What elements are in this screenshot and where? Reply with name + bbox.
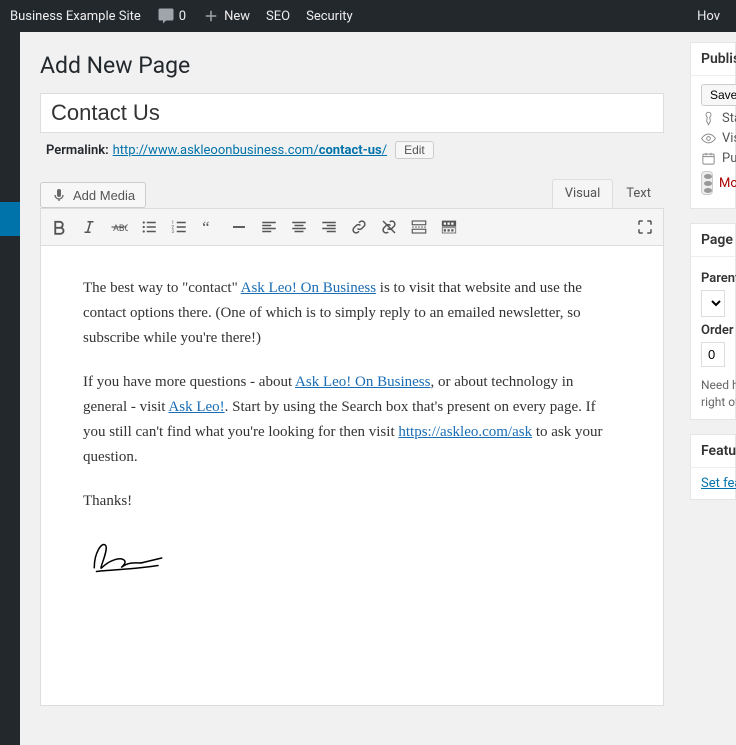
add-media-label: Add Media xyxy=(73,188,135,203)
quote-button[interactable]: “ xyxy=(195,213,223,241)
hr-button[interactable] xyxy=(225,213,253,241)
svg-text:3: 3 xyxy=(172,229,175,235)
set-featured-link[interactable]: Set fea xyxy=(701,476,736,491)
admin-bar-site[interactable]: Business Example Site xyxy=(2,0,149,32)
admin-bar-help[interactable]: Hov xyxy=(689,0,728,32)
sidebar-active-indicator xyxy=(0,202,20,236)
admin-bar-new[interactable]: New xyxy=(194,0,258,32)
bold-icon xyxy=(50,218,68,236)
page-attributes-box: Page A Parent (no p Order Need h right o… xyxy=(690,223,736,420)
help-text-1: Need h xyxy=(701,377,725,394)
svg-text:ABC: ABC xyxy=(113,224,128,234)
toolbar-toggle-icon xyxy=(440,218,458,236)
admin-bar: Business Example Site 0 New SEO Security… xyxy=(0,0,736,32)
editor-content[interactable]: The best way to "contact" Ask Leo! On Bu… xyxy=(40,246,664,706)
content-paragraph-3: Thanks! xyxy=(83,489,621,514)
permalink-link[interactable]: http://www.askleoonbusiness.com/contact-… xyxy=(113,143,387,158)
link-button[interactable] xyxy=(345,213,373,241)
align-center-icon xyxy=(290,218,308,236)
status-row[interactable]: Sta xyxy=(701,111,725,126)
quote-icon: “ xyxy=(200,218,218,236)
readmore-button[interactable] xyxy=(405,213,433,241)
ul-button[interactable] xyxy=(135,213,163,241)
comment-count: 0 xyxy=(179,9,186,24)
content-paragraph-1: The best way to "contact" Ask Leo! On Bu… xyxy=(83,276,621,350)
help-text-2: right of xyxy=(701,394,725,411)
publish-date-row[interactable]: Pu xyxy=(701,151,725,166)
page-title-input[interactable] xyxy=(40,93,664,133)
admin-bar-seo[interactable]: SEO xyxy=(258,0,298,32)
bold-button[interactable] xyxy=(45,213,73,241)
seo-row[interactable]: Mo xyxy=(701,171,725,195)
content-link-alb1[interactable]: Ask Leo! On Business xyxy=(241,280,376,296)
fullscreen-icon xyxy=(636,218,654,236)
tab-text[interactable]: Text xyxy=(613,179,664,208)
content-link-askleo[interactable]: Ask Leo! xyxy=(168,399,224,415)
editor-tabs: Visual Text xyxy=(552,179,664,208)
italic-button[interactable] xyxy=(75,213,103,241)
pin-icon xyxy=(701,111,716,126)
eye-icon xyxy=(701,131,716,146)
new-label: New xyxy=(224,9,250,24)
main-column: Add New Page Permalink: http://www.askle… xyxy=(20,32,684,745)
hr-icon xyxy=(230,218,248,236)
unlink-button[interactable] xyxy=(375,213,403,241)
parent-label: Parent xyxy=(701,271,725,286)
publish-box: Publish Save D Sta Vis Pu Mo xyxy=(690,42,736,209)
permalink-label: Permalink: xyxy=(46,143,109,158)
order-input[interactable] xyxy=(701,342,725,367)
content-paragraph-2: If you have more questions - about Ask L… xyxy=(83,370,621,469)
visibility-row[interactable]: Vis xyxy=(701,131,725,146)
fullscreen-button[interactable] xyxy=(631,213,659,241)
content-link-askurl[interactable]: https://askleo.com/ask xyxy=(398,424,532,440)
calendar-icon xyxy=(701,151,716,166)
left-sidebar xyxy=(0,32,20,745)
align-left-icon xyxy=(260,218,278,236)
page-attributes-title: Page A xyxy=(691,224,735,257)
add-media-button[interactable]: Add Media xyxy=(40,182,146,208)
editor-toolbar: ABC 123 “ xyxy=(40,208,664,246)
align-right-button[interactable] xyxy=(315,213,343,241)
tab-visual[interactable]: Visual xyxy=(552,179,614,208)
save-draft-button[interactable]: Save D xyxy=(701,84,736,106)
media-icon xyxy=(51,187,67,203)
unlink-icon xyxy=(380,218,398,236)
align-right-icon xyxy=(320,218,338,236)
link-icon xyxy=(350,218,368,236)
right-sidebar: Publish Save D Sta Vis Pu Mo xyxy=(684,32,736,745)
plus-icon xyxy=(202,7,220,25)
italic-icon xyxy=(80,218,98,236)
page-heading: Add New Page xyxy=(40,52,664,79)
comment-icon xyxy=(157,7,175,25)
align-center-button[interactable] xyxy=(285,213,313,241)
parent-select[interactable]: (no p xyxy=(701,290,725,317)
align-left-button[interactable] xyxy=(255,213,283,241)
strike-button[interactable]: ABC xyxy=(105,213,133,241)
toolbar-toggle-button[interactable] xyxy=(435,213,463,241)
order-label: Order xyxy=(701,323,725,338)
featured-image-box: Featu Set fea xyxy=(690,434,736,500)
ul-icon xyxy=(140,218,158,236)
svg-text:“: “ xyxy=(202,218,209,236)
content-link-alb2[interactable]: Ask Leo! On Business xyxy=(295,374,430,390)
ol-icon: 123 xyxy=(170,218,188,236)
edit-slug-button[interactable]: Edit xyxy=(395,141,434,159)
readmore-icon xyxy=(410,218,428,236)
strike-icon: ABC xyxy=(110,218,128,236)
permalink-row: Permalink: http://www.askleoonbusiness.c… xyxy=(40,133,664,171)
seo-traffic-icon xyxy=(701,171,713,195)
admin-bar-comments[interactable]: 0 xyxy=(149,0,194,32)
admin-bar-security[interactable]: Security xyxy=(298,0,361,32)
publish-box-title: Publish xyxy=(691,43,735,76)
featured-image-title: Featu xyxy=(691,435,735,468)
ol-button[interactable]: 123 xyxy=(165,213,193,241)
signature-image xyxy=(83,534,173,579)
